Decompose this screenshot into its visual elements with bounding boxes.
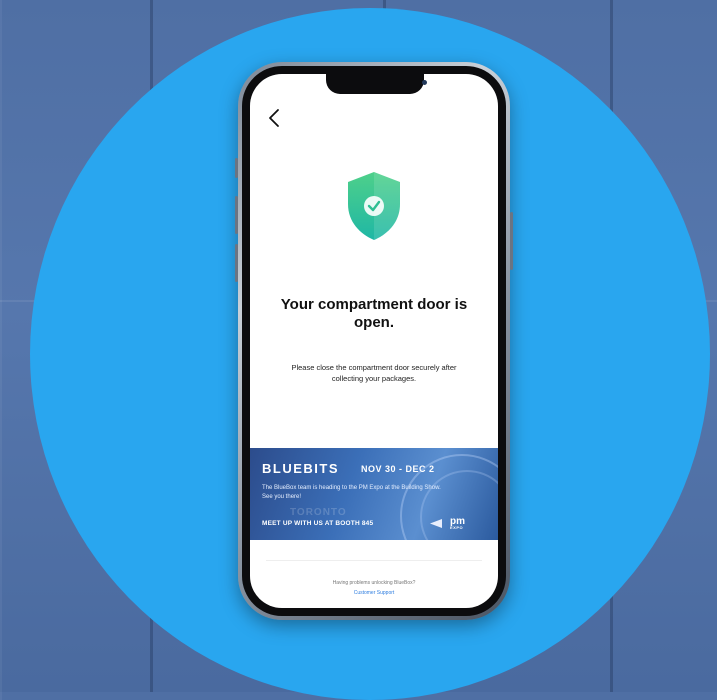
- banner-city-text: TORONTO: [290, 507, 347, 518]
- pm-expo-logo: pm EXPO: [450, 516, 465, 530]
- back-button[interactable]: [264, 106, 284, 130]
- status-title: Your compartment door is open.: [280, 296, 468, 331]
- volume-up-button: [235, 196, 238, 234]
- phone-mockup: Your compartment door is open. Please cl…: [235, 62, 513, 620]
- camera-dot: [422, 80, 427, 85]
- chevron-left-icon: [269, 109, 279, 127]
- banner-description: The BlueBox team is heading to the PM Ex…: [262, 485, 441, 500]
- power-button: [510, 212, 513, 270]
- banner-cta: MEET UP WITH US AT BOOTH 845: [262, 520, 374, 527]
- divider: [266, 560, 482, 561]
- shield-check-icon: [348, 172, 400, 240]
- help-text: Having problems unlocking BlueBox?: [332, 580, 416, 586]
- pm-logo-sub: EXPO: [450, 525, 464, 530]
- phone-screen: Your compartment door is open. Please cl…: [250, 74, 498, 608]
- promo-banner[interactable]: BLUEBITS NOV 30 - DEC 2 The BlueBox team…: [250, 448, 498, 540]
- phone-notch: [326, 74, 427, 94]
- banner-dates: NOV 30 - DEC 2: [361, 464, 435, 474]
- mute-switch: [235, 158, 238, 178]
- volume-down-button: [235, 244, 238, 282]
- customer-support-link[interactable]: Customer Support: [250, 590, 498, 596]
- banner-brand: BLUEBITS: [262, 461, 339, 476]
- status-message: Please close the compartment door secure…: [291, 363, 457, 383]
